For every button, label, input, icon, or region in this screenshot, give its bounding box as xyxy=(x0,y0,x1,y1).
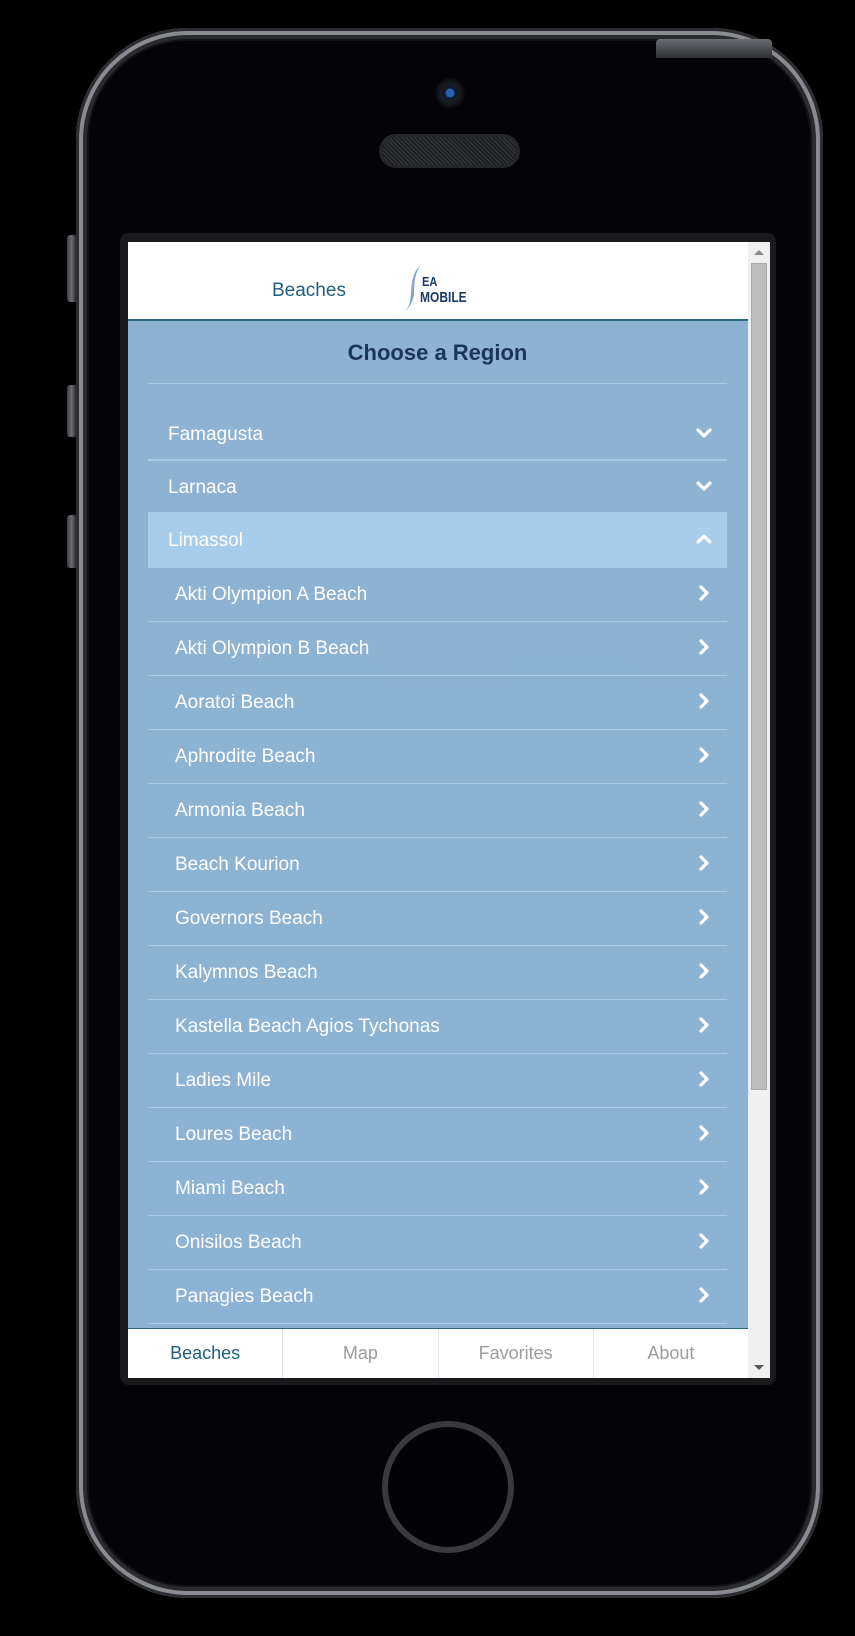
page-title: Beaches xyxy=(272,280,346,301)
chevron-right-icon xyxy=(699,693,709,709)
sea-mobile-logo: EA MOBILE xyxy=(396,264,476,316)
beach-list-item[interactable]: Aoratoi Beach xyxy=(148,676,727,730)
tab-favorites[interactable]: Favorites xyxy=(439,1329,594,1378)
scrollbar[interactable] xyxy=(748,242,770,1378)
region-list-panel: Choose a Region Famagusta Larnaca Limass… xyxy=(128,321,748,1328)
logo-text-mobile: MOBILE xyxy=(420,289,467,306)
tab-map[interactable]: Map xyxy=(283,1329,439,1378)
app-screen: Beaches EA MOBILE Choose a Region Famagu… xyxy=(128,242,770,1378)
beach-list-item[interactable]: Kastella Beach Agios Tychonas xyxy=(148,1000,727,1054)
scrollbar-thumb[interactable] xyxy=(751,263,767,1090)
beach-list: Akti Olympion A Beach Akti Olympion B Bea… xyxy=(148,568,727,1324)
beach-list-item[interactable]: Loures Beach xyxy=(148,1108,727,1162)
beach-list-item[interactable]: Ladies Mile xyxy=(148,1054,727,1108)
beach-list-item[interactable]: Kalymnos Beach xyxy=(148,946,727,1000)
beach-name: Ladies Mile xyxy=(175,1070,272,1091)
beach-name: Onisilos Beach xyxy=(175,1232,302,1253)
beach-name: Beach Kourion xyxy=(175,854,300,875)
mute-switch xyxy=(67,235,76,302)
region-label: Larnaca xyxy=(168,477,237,498)
chevron-right-icon xyxy=(699,1017,709,1033)
chevron-right-icon xyxy=(699,1125,709,1141)
front-camera-icon xyxy=(435,78,465,108)
scroll-up-arrow-icon[interactable] xyxy=(754,250,764,255)
chevron-right-icon xyxy=(699,909,709,925)
chevron-right-icon xyxy=(699,1233,709,1249)
chevron-up-icon xyxy=(696,534,712,544)
beach-name: Miami Beach xyxy=(175,1178,285,1199)
volume-up-button xyxy=(67,385,76,437)
beach-list-item[interactable]: Panagies Beach xyxy=(148,1270,727,1324)
region-row-limassol[interactable]: Limassol xyxy=(148,514,727,568)
beach-list-item[interactable]: Onisilos Beach xyxy=(148,1216,727,1270)
home-button[interactable] xyxy=(382,1421,514,1553)
app-header: Beaches EA MOBILE xyxy=(128,242,748,321)
beach-list-item[interactable]: Akti Olympion B Beach xyxy=(148,622,727,676)
bottom-tab-bar: Beaches Map Favorites About xyxy=(128,1328,748,1378)
chevron-right-icon xyxy=(699,855,709,871)
chevron-right-icon xyxy=(699,1179,709,1195)
beach-name: Panagies Beach xyxy=(175,1286,314,1307)
beach-name: Aphrodite Beach xyxy=(175,746,316,767)
chevron-down-icon xyxy=(696,481,712,491)
region-row-famagusta[interactable]: Famagusta xyxy=(148,408,727,461)
beach-list-item[interactable]: Armonia Beach xyxy=(148,784,727,838)
scroll-down-arrow-icon[interactable] xyxy=(754,1365,764,1370)
beach-name: Loures Beach xyxy=(175,1124,293,1145)
beach-name: Governors Beach xyxy=(175,908,323,929)
volume-down-button xyxy=(67,515,76,568)
chevron-right-icon xyxy=(699,585,709,601)
chevron-right-icon xyxy=(699,639,709,655)
chevron-right-icon xyxy=(699,1071,709,1087)
beach-name: Aoratoi Beach xyxy=(175,692,295,713)
chevron-right-icon xyxy=(699,1287,709,1303)
tab-beaches[interactable]: Beaches xyxy=(128,1329,284,1378)
beach-list-item[interactable]: Akti Olympion A Beach xyxy=(148,568,727,622)
beach-name: Armonia Beach xyxy=(175,800,305,821)
logo-text-ea: EA xyxy=(422,274,438,289)
chevron-right-icon xyxy=(699,963,709,979)
beach-name: Akti Olympion A Beach xyxy=(175,584,368,605)
chevron-right-icon xyxy=(699,801,709,817)
power-button xyxy=(656,39,772,58)
earpiece-speaker xyxy=(382,137,517,165)
beach-list-item[interactable]: Aphrodite Beach xyxy=(148,730,727,784)
beach-name: Kastella Beach Agios Tychonas xyxy=(175,1016,440,1037)
region-label: Limassol xyxy=(168,530,243,551)
section-heading: Choose a Region xyxy=(148,321,727,384)
beach-name: Akti Olympion B Beach xyxy=(175,638,370,659)
chevron-right-icon xyxy=(699,747,709,763)
beach-list-item[interactable]: Miami Beach xyxy=(148,1162,727,1216)
beach-list-item[interactable]: Governors Beach xyxy=(148,892,727,946)
region-accordion: Famagusta Larnaca Limassol Akti Olympion… xyxy=(148,408,727,1324)
region-row-larnaca[interactable]: Larnaca xyxy=(148,461,727,514)
chevron-down-icon xyxy=(696,428,712,438)
tab-about[interactable]: About xyxy=(594,1329,748,1378)
beach-list-item[interactable]: Beach Kourion xyxy=(148,838,727,892)
beach-name: Kalymnos Beach xyxy=(175,962,318,983)
region-label: Famagusta xyxy=(168,424,264,445)
